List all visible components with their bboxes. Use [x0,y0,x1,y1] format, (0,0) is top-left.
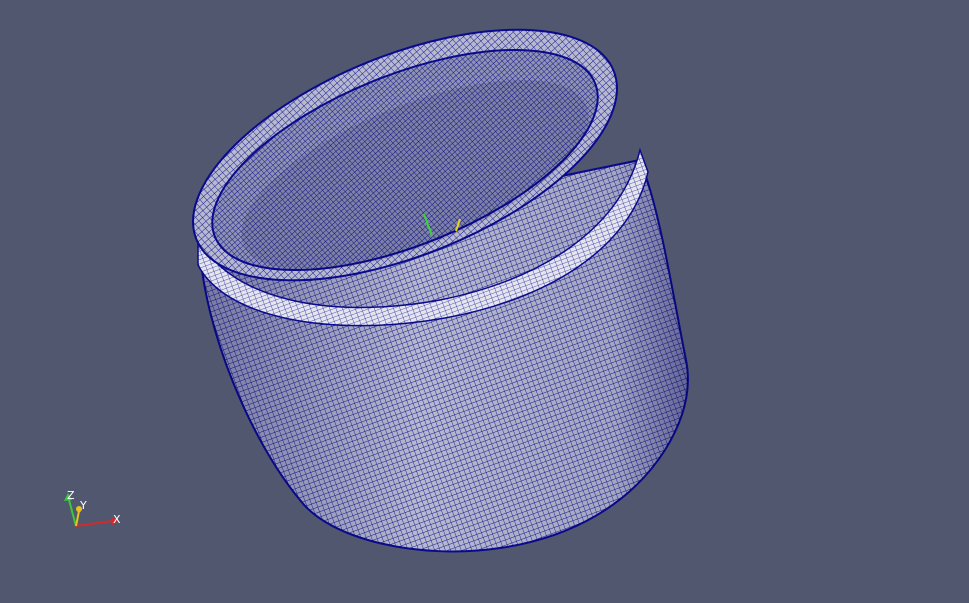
z-axis-label: Z [67,489,75,502]
y-axis-line [75,510,80,527]
mesh-jar[interactable] [159,0,689,553]
x-axis-line [75,520,113,527]
y-axis-label: Y [79,499,87,512]
x-axis-label: X [113,513,121,526]
z-axis-line [68,499,77,527]
viewport-canvas[interactable]: X Z Y [0,0,969,603]
orientation-axes-widget: X Z Y [64,489,121,527]
render-viewport[interactable]: X Z Y [0,0,969,603]
